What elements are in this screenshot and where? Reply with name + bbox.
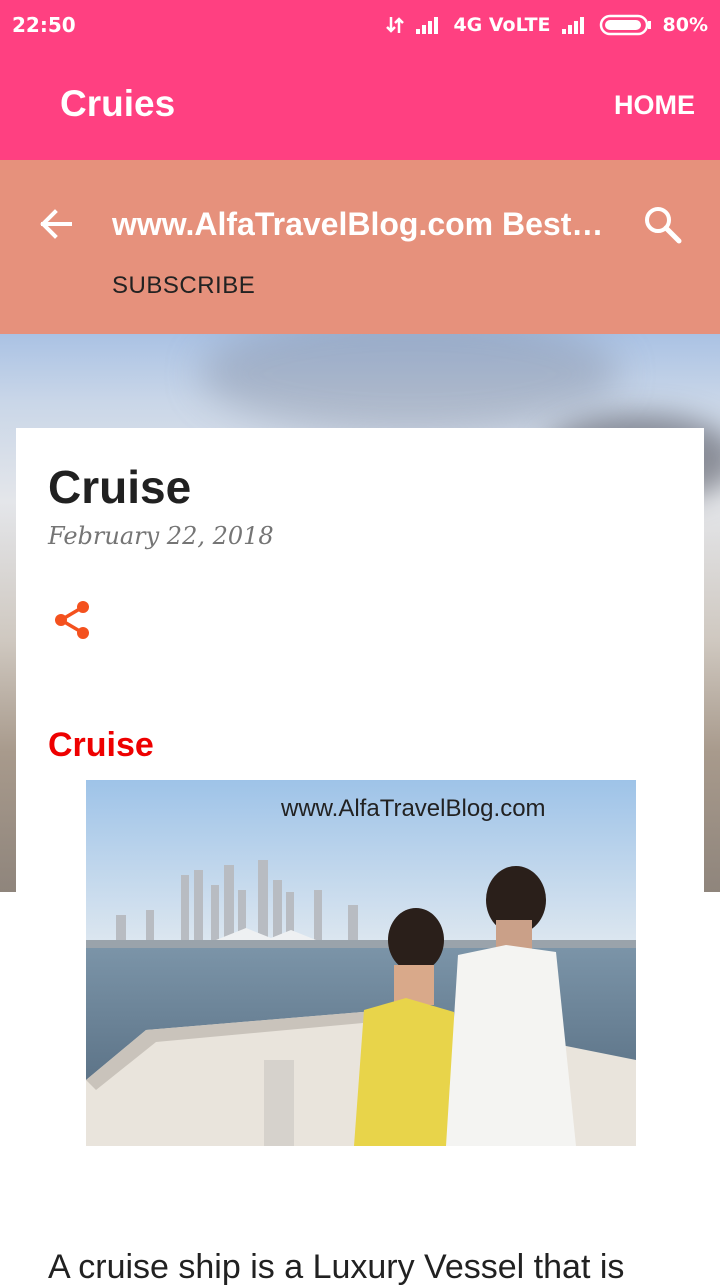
signal-icon	[416, 17, 439, 34]
blog-header: www.AlfaTravelBlog.com Best Tr... SUBSCR…	[0, 160, 720, 334]
battery-icon	[599, 14, 651, 36]
battery-level: 80%	[662, 14, 708, 36]
data-transfer-icon	[386, 17, 405, 33]
signal-icon-2	[561, 17, 584, 34]
post-title: Cruise	[48, 461, 192, 513]
status-icons: 4G VoLTE 80%	[385, 14, 708, 36]
post-card: Cruise February 22, 2018 Cruise www.Alfa…	[16, 428, 704, 1286]
network-type: 4G VoLTE	[453, 14, 551, 36]
post-body-text: A cruise ship is a Luxury Vessel that is	[48, 1248, 625, 1286]
section-heading: Cruise	[48, 726, 154, 764]
status-bar: 22:50 4G VoLTE 80%	[0, 0, 720, 50]
cruise-couple-image: www.AlfaTravelBlog.com	[86, 780, 636, 1146]
back-arrow-icon[interactable]	[36, 204, 76, 244]
subscribe-button[interactable]: SUBSCRIBE	[112, 272, 255, 300]
app-bar: Cruies HOME	[0, 50, 720, 160]
post-date: February 22, 2018	[48, 522, 274, 550]
blog-title[interactable]: www.AlfaTravelBlog.com Best Tr...	[112, 206, 606, 243]
app-title: Cruies	[60, 83, 176, 124]
image-watermark: www.AlfaTravelBlog.com	[280, 795, 546, 822]
home-link[interactable]: HOME	[614, 90, 695, 121]
status-time: 22:50	[12, 13, 76, 37]
search-icon[interactable]	[642, 204, 684, 246]
share-icon[interactable]	[50, 598, 94, 642]
